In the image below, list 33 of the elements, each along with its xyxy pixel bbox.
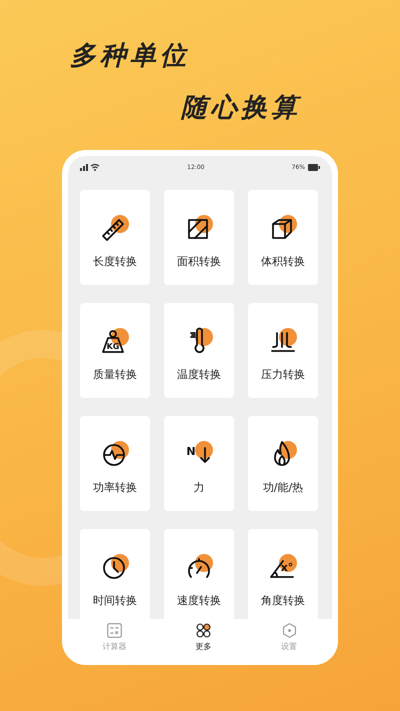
headline: 随心换算 [181,92,301,124]
converter-card[interactable]: KG 质量转换 [80,303,150,398]
converter-card[interactable]: N 力 [164,416,234,511]
converter-label: 长度转换 [93,254,137,269]
ruler-icon [99,212,131,244]
converter-label: 体积转换 [261,254,305,269]
converter-card[interactable]: 长度转换 [80,190,150,285]
converter-label: 面积转换 [177,254,221,269]
converter-card[interactable]: 时间转换 [80,529,150,619]
signal-icon [80,163,100,171]
converter-label: 压力转换 [261,367,305,382]
converter-label: 功率转换 [93,480,137,495]
converter-card[interactable]: 功率转换 [80,416,150,511]
battery-icon [308,164,320,170]
converter-label: 时间转换 [93,593,137,608]
calculator-icon [106,622,123,639]
converter-card[interactable]: 功/能/热 [248,416,318,511]
grid-icon [194,622,212,639]
tab[interactable]: 更多 [186,619,220,659]
converter-label: 质量转换 [93,367,137,382]
converter-label: 温度转换 [177,367,221,382]
converter-card[interactable]: 体积转换 [248,190,318,285]
converter-label: 角度转换 [261,593,305,608]
converter-label: 功/能/热 [262,480,304,495]
converter-card[interactable]: 温度转换 [164,303,234,398]
headline: 多种单位 [70,40,190,72]
converter-card[interactable]: 面积转换 [164,190,234,285]
converter-label: 力 [194,480,204,495]
converter-label: 速度转换 [177,593,221,608]
converter-card[interactable]: 速度转换 [164,529,234,619]
settings-icon [280,622,298,639]
converter-card[interactable]: 压力转换 [248,303,318,398]
converter-card[interactable]: x° 角度转换 [248,529,318,619]
